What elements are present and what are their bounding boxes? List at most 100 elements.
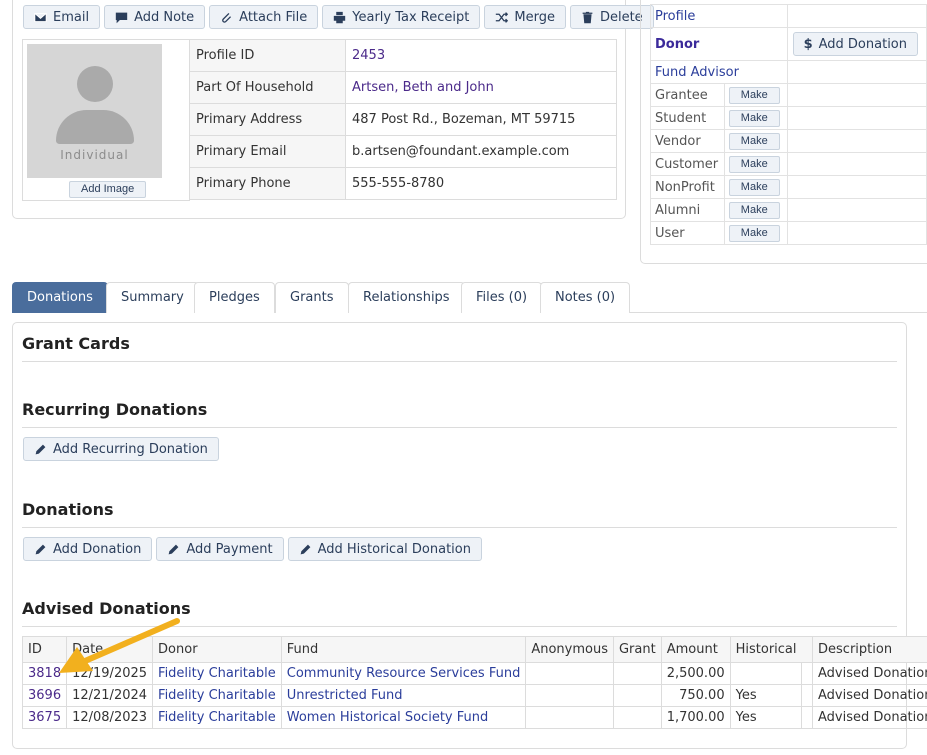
divider	[22, 427, 897, 428]
add-recurring-donation-label: Add Recurring Donation	[53, 441, 208, 457]
add-note-button-label: Add Note	[134, 9, 195, 25]
profile-toolbar: Email Add Note Attach File Yearly Tax Re…	[23, 5, 654, 29]
envelope-icon	[34, 12, 47, 22]
role-row: Customer Make	[650, 152, 927, 176]
phone-value: 555-555-8780	[345, 167, 617, 200]
email-row: Primary Email b.artsen@foundant.example.…	[189, 135, 617, 168]
col-description[interactable]: Description	[812, 636, 927, 663]
extra-cell	[801, 662, 814, 685]
donation-id-link[interactable]: 3696	[21, 684, 68, 707]
grant-cell	[612, 706, 662, 729]
add-recurring-donation-button[interactable]: Add Recurring Donation	[23, 437, 219, 461]
make-vendor-button[interactable]: Make	[728, 132, 780, 150]
avatar-head-shape	[77, 66, 113, 102]
role-name: Vendor	[650, 129, 725, 153]
role-row: Student Make	[650, 106, 927, 130]
shuffle-icon	[496, 11, 509, 23]
extra-cell	[801, 684, 814, 707]
donor-link[interactable]: Fidelity Charitable	[152, 684, 282, 707]
role-fund-advisor-link[interactable]: Fund Advisor	[649, 60, 789, 84]
tab-notes[interactable]: Notes (0)	[540, 282, 631, 313]
tab-files[interactable]: Files (0)	[461, 282, 543, 313]
avatar: Individual	[27, 44, 162, 178]
donations-title: Donations	[22, 500, 114, 519]
amount-cell: 1,700.00	[660, 706, 731, 729]
roles-table: Profile Donor $ Add Donation Fund Adviso…	[649, 4, 927, 245]
annotation-arrow-icon	[59, 618, 180, 673]
add-image-button[interactable]: Add Image	[69, 181, 147, 198]
add-donation-label: Add Donation	[53, 541, 142, 557]
add-note-button[interactable]: Add Note	[104, 5, 206, 29]
donation-date: 12/08/2023	[66, 706, 154, 729]
fund-link[interactable]: Unrestricted Fund	[280, 684, 527, 707]
donor-link[interactable]: Fidelity Charitable	[152, 706, 282, 729]
divider	[22, 361, 897, 362]
household-link[interactable]: Artsen, Beth and John	[345, 71, 617, 104]
fund-link[interactable]: Community Resource Services Fund	[280, 662, 527, 685]
role-row-donor: Donor $ Add Donation	[649, 27, 927, 61]
tab-grants[interactable]: Grants	[275, 282, 349, 313]
make-student-button[interactable]: Make	[728, 109, 780, 127]
historical-cell: Yes	[729, 684, 803, 707]
role-profile-link[interactable]: Profile	[649, 4, 789, 28]
donation-date: 12/21/2024	[66, 684, 154, 707]
extra-cell	[801, 706, 814, 729]
anonymous-cell	[525, 706, 614, 729]
make-alumni-button[interactable]: Make	[728, 201, 780, 219]
profile-id-value[interactable]: 2453	[345, 39, 617, 72]
pencil-icon	[35, 444, 46, 454]
tab-relationships[interactable]: Relationships	[348, 282, 465, 313]
role-row: Alumni Make	[650, 198, 927, 222]
add-donation-top-label: Add Donation	[818, 36, 907, 52]
role-name: User	[650, 221, 725, 245]
tab-donations[interactable]: Donations	[12, 282, 108, 313]
grant-cell	[612, 684, 662, 707]
make-grantee-button[interactable]: Make	[728, 86, 780, 104]
add-historical-donation-button[interactable]: Add Historical Donation	[287, 537, 482, 561]
make-user-button[interactable]: Make	[728, 224, 780, 242]
fund-link[interactable]: Women Historical Society Fund	[280, 706, 527, 729]
col-fund[interactable]: Fund	[280, 636, 527, 663]
make-customer-button[interactable]: Make	[728, 155, 780, 173]
printer-icon	[334, 11, 346, 23]
tab-summary[interactable]: Summary	[106, 282, 199, 313]
add-donation-button[interactable]: Add Donation	[23, 537, 153, 561]
email-button-label: Email	[53, 9, 90, 25]
donation-buttons: Add Donation Add Payment Add Historical …	[23, 537, 482, 561]
pencil-icon	[300, 544, 310, 554]
phone-row: Primary Phone 555-555-8780	[189, 167, 617, 200]
role-name: NonProfit	[650, 175, 725, 199]
historical-cell	[729, 662, 803, 685]
historical-cell: Yes	[729, 706, 803, 729]
col-anonymous[interactable]: Anonymous	[525, 636, 614, 663]
attach-file-button[interactable]: Attach File	[209, 5, 319, 29]
col-grant[interactable]: Grant	[612, 636, 662, 663]
profile-tabs: Donations Summary Pledges Grants Relatio…	[12, 282, 927, 313]
profile-id-row: Profile ID 2453	[189, 39, 617, 72]
address-row: Primary Address 487 Post Rd., Bozeman, M…	[189, 103, 617, 136]
make-nonprofit-button[interactable]: Make	[728, 178, 780, 196]
add-donation-top-button[interactable]: $ Add Donation	[792, 32, 918, 56]
household-label: Part Of Household	[189, 71, 346, 104]
donation-id-link[interactable]: 3675	[21, 706, 68, 729]
recurring-donations-title: Recurring Donations	[22, 400, 208, 419]
add-historical-donation-label: Add Historical Donation	[317, 541, 471, 557]
role-row: Grantee Make	[650, 83, 927, 107]
col-amount[interactable]: Amount	[660, 636, 731, 663]
trash-icon	[582, 11, 593, 23]
tab-pledges[interactable]: Pledges	[194, 282, 275, 313]
col-extra	[801, 636, 814, 663]
merge-button[interactable]: Merge	[484, 5, 566, 29]
role-row: NonProfit Make	[650, 175, 927, 199]
add-payment-button[interactable]: Add Payment	[156, 537, 284, 561]
add-payment-label: Add Payment	[186, 541, 273, 557]
merge-button-label: Merge	[514, 9, 555, 25]
grant-cards-title: Grant Cards	[22, 334, 130, 353]
comment-icon	[115, 12, 128, 23]
email-button[interactable]: Email	[23, 5, 101, 29]
yearly-tax-receipt-button[interactable]: Yearly Tax Receipt	[322, 5, 481, 29]
role-donor-link[interactable]: Donor	[649, 27, 789, 61]
col-historical[interactable]: Historical	[729, 636, 802, 663]
pencil-icon	[35, 544, 46, 554]
attach-file-button-label: Attach File	[239, 9, 308, 25]
